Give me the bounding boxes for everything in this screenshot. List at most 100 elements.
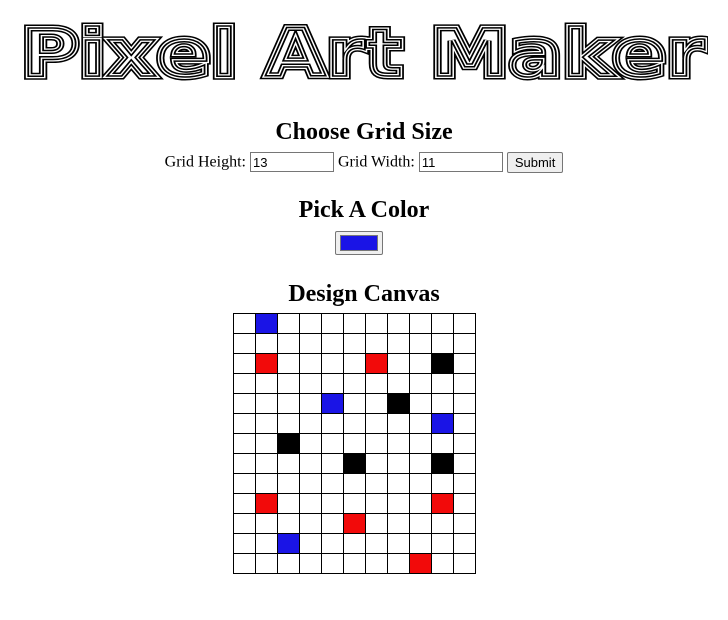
canvas-cell[interactable]	[343, 493, 366, 514]
canvas-cell[interactable]	[387, 453, 410, 474]
canvas-cell[interactable]	[277, 333, 300, 354]
canvas-cell[interactable]	[453, 313, 476, 334]
canvas-cell[interactable]	[321, 513, 344, 534]
canvas-cell[interactable]	[343, 313, 366, 334]
canvas-cell[interactable]	[277, 533, 300, 554]
canvas-cell[interactable]	[255, 393, 278, 414]
canvas-cell[interactable]	[255, 513, 278, 534]
canvas-cell[interactable]	[453, 493, 476, 514]
canvas-cell[interactable]	[321, 313, 344, 334]
canvas-cell[interactable]	[255, 433, 278, 454]
canvas-cell[interactable]	[321, 413, 344, 434]
canvas-cell[interactable]	[299, 413, 322, 434]
canvas-cell[interactable]	[431, 333, 454, 354]
canvas-cell[interactable]	[321, 373, 344, 394]
canvas-cell[interactable]	[233, 533, 256, 554]
canvas-cell[interactable]	[453, 333, 476, 354]
canvas-cell[interactable]	[299, 533, 322, 554]
canvas-cell[interactable]	[255, 473, 278, 494]
canvas-cell[interactable]	[321, 493, 344, 514]
canvas-cell[interactable]	[409, 373, 432, 394]
canvas-cell[interactable]	[453, 373, 476, 394]
canvas-cell[interactable]	[343, 453, 366, 474]
canvas-cell[interactable]	[387, 533, 410, 554]
canvas-cell[interactable]	[365, 473, 388, 494]
canvas-cell[interactable]	[431, 413, 454, 434]
canvas-cell[interactable]	[409, 533, 432, 554]
canvas-cell[interactable]	[453, 413, 476, 434]
canvas-cell[interactable]	[409, 433, 432, 454]
canvas-cell[interactable]	[277, 313, 300, 334]
canvas-cell[interactable]	[233, 453, 256, 474]
canvas-cell[interactable]	[233, 433, 256, 454]
canvas-cell[interactable]	[255, 353, 278, 374]
canvas-cell[interactable]	[299, 453, 322, 474]
canvas-cell[interactable]	[299, 473, 322, 494]
canvas-cell[interactable]	[255, 493, 278, 514]
canvas-cell[interactable]	[365, 493, 388, 514]
canvas-cell[interactable]	[365, 393, 388, 414]
canvas-cell[interactable]	[233, 313, 256, 334]
canvas-cell[interactable]	[277, 513, 300, 534]
canvas-cell[interactable]	[277, 453, 300, 474]
canvas-cell[interactable]	[409, 413, 432, 434]
canvas-cell[interactable]	[387, 373, 410, 394]
canvas-cell[interactable]	[255, 413, 278, 434]
canvas-cell[interactable]	[233, 333, 256, 354]
canvas-cell[interactable]	[299, 333, 322, 354]
canvas-cell[interactable]	[321, 333, 344, 354]
canvas-cell[interactable]	[387, 313, 410, 334]
canvas-cell[interactable]	[233, 513, 256, 534]
canvas-cell[interactable]	[299, 553, 322, 574]
canvas-cell[interactable]	[321, 453, 344, 474]
canvas-cell[interactable]	[343, 473, 366, 494]
canvas-cell[interactable]	[453, 553, 476, 574]
canvas-cell[interactable]	[255, 313, 278, 334]
canvas-cell[interactable]	[343, 413, 366, 434]
canvas-cell[interactable]	[277, 493, 300, 514]
canvas-cell[interactable]	[233, 353, 256, 374]
canvas-cell[interactable]	[277, 433, 300, 454]
canvas-cell[interactable]	[387, 353, 410, 374]
canvas-cell[interactable]	[277, 553, 300, 574]
canvas-cell[interactable]	[365, 413, 388, 434]
canvas-cell[interactable]	[233, 553, 256, 574]
canvas-cell[interactable]	[431, 313, 454, 334]
canvas-cell[interactable]	[321, 433, 344, 454]
grid-height-input[interactable]	[250, 152, 334, 173]
canvas-cell[interactable]	[365, 353, 388, 374]
pixel-canvas[interactable]	[233, 313, 476, 574]
canvas-cell[interactable]	[321, 353, 344, 374]
canvas-cell[interactable]	[299, 433, 322, 454]
canvas-cell[interactable]	[255, 453, 278, 474]
canvas-cell[interactable]	[431, 473, 454, 494]
canvas-cell[interactable]	[387, 393, 410, 414]
canvas-cell[interactable]	[453, 453, 476, 474]
canvas-cell[interactable]	[343, 373, 366, 394]
canvas-cell[interactable]	[343, 333, 366, 354]
canvas-cell[interactable]	[387, 433, 410, 454]
canvas-cell[interactable]	[321, 553, 344, 574]
canvas-cell[interactable]	[299, 493, 322, 514]
canvas-cell[interactable]	[409, 453, 432, 474]
canvas-cell[interactable]	[431, 373, 454, 394]
canvas-cell[interactable]	[365, 513, 388, 534]
canvas-cell[interactable]	[387, 553, 410, 574]
canvas-cell[interactable]	[431, 453, 454, 474]
color-picker[interactable]	[335, 231, 383, 255]
canvas-cell[interactable]	[431, 393, 454, 414]
canvas-cell[interactable]	[365, 333, 388, 354]
canvas-cell[interactable]	[299, 353, 322, 374]
canvas-cell[interactable]	[233, 413, 256, 434]
canvas-cell[interactable]	[299, 513, 322, 534]
canvas-cell[interactable]	[277, 353, 300, 374]
canvas-cell[interactable]	[409, 553, 432, 574]
canvas-cell[interactable]	[277, 373, 300, 394]
canvas-cell[interactable]	[387, 473, 410, 494]
canvas-cell[interactable]	[233, 493, 256, 514]
canvas-cell[interactable]	[387, 333, 410, 354]
canvas-cell[interactable]	[409, 513, 432, 534]
canvas-cell[interactable]	[387, 493, 410, 514]
canvas-cell[interactable]	[343, 433, 366, 454]
canvas-cell[interactable]	[409, 493, 432, 514]
